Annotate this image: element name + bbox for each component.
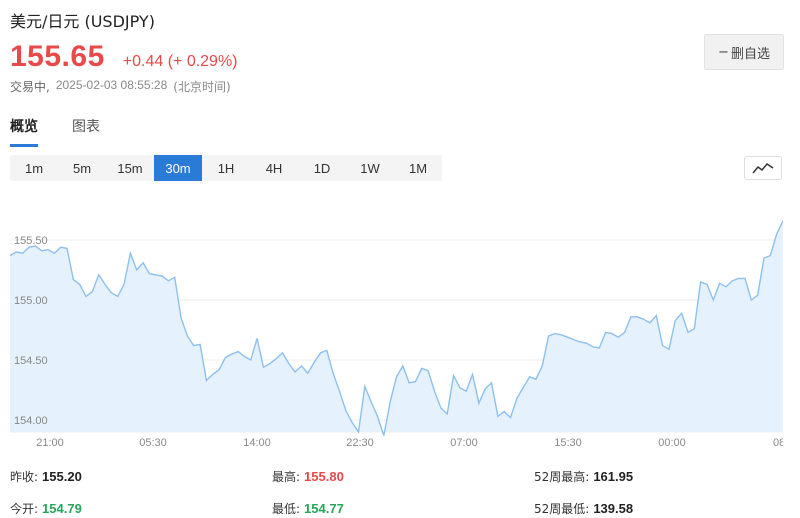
stat-label: 最高:	[272, 470, 301, 484]
range-4h[interactable]: 4H	[250, 155, 298, 181]
stat-prev-close: 昨收: 155.20	[10, 468, 82, 485]
timestamp: 2025-02-03 08:55:28	[55, 78, 168, 92]
instrument-title: 美元/日元 (USDJPY)	[10, 12, 155, 31]
time-range-selector: 1m 5m 15m 30m 1H 4H 1D 1W 1M	[10, 155, 442, 181]
market-status: 交易中, 2025-02-03 08:55:28 (北京时间)	[10, 78, 231, 95]
minus-icon: −	[718, 44, 729, 60]
price-change: +0.44 (+ 0.29%)	[122, 53, 238, 70]
y-tick-label: 155.00	[14, 295, 48, 307]
stat-value: 154.77	[304, 501, 344, 516]
stat-label: 最低:	[272, 502, 301, 516]
price-chart[interactable]: 155.50 155.00 154.50 154.00 21:00 05:30 14:00…	[10, 192, 783, 454]
x-tick-label: 08:3	[773, 437, 783, 449]
x-tick-label: 00:00	[658, 437, 686, 449]
range-15m[interactable]: 15m	[106, 155, 154, 181]
trading-status: 交易中,	[10, 80, 50, 94]
range-1d[interactable]: 1D	[298, 155, 346, 181]
range-30m[interactable]: 30m	[154, 155, 202, 181]
range-5m[interactable]: 5m	[58, 155, 106, 181]
timezone-label: (北京时间)	[173, 80, 231, 94]
stat-value: 155.20	[42, 469, 82, 484]
chart-type-button[interactable]	[744, 156, 782, 180]
stat-low: 最低: 154.77	[272, 500, 344, 517]
stat-high: 最高: 155.80	[272, 468, 344, 485]
line-chart-icon	[752, 163, 774, 174]
y-tick-label: 155.50	[14, 235, 48, 247]
range-1m[interactable]: 1m	[10, 155, 58, 181]
chart-area-fill	[10, 220, 783, 436]
x-tick-label: 14:00	[243, 437, 271, 449]
stat-label: 昨收:	[10, 470, 39, 484]
price-row: 155.65 +0.44 (+ 0.29%)	[10, 40, 238, 74]
x-tick-label: 22:30	[346, 437, 374, 449]
x-tick-label: 21:00	[36, 437, 64, 449]
stat-value: 139.58	[593, 501, 634, 516]
stat-open: 今开: 154.79	[10, 500, 82, 517]
tab-chart[interactable]: 图表	[72, 116, 100, 147]
stat-label: 52周最低:	[534, 502, 590, 516]
remove-watchlist-label: 删自选	[730, 46, 770, 62]
stat-label: 今开:	[10, 502, 39, 516]
range-1mo[interactable]: 1M	[394, 155, 442, 181]
remove-watchlist-button[interactable]: − 删自选	[704, 34, 784, 70]
x-tick-label: 15:30	[554, 437, 582, 449]
stat-52w-high: 52周最高: 161.95	[534, 468, 633, 485]
stat-value: 154.79	[42, 501, 82, 516]
stat-value: 161.95	[593, 469, 634, 484]
tab-overview[interactable]: 概览	[10, 116, 38, 147]
x-tick-label: 07:00	[450, 437, 478, 449]
range-1w[interactable]: 1W	[346, 155, 394, 181]
y-tick-label: 154.00	[14, 415, 48, 427]
stat-value: 155.80	[304, 469, 344, 484]
current-price: 155.65	[10, 40, 105, 73]
stat-label: 52周最高:	[534, 470, 590, 484]
range-1h[interactable]: 1H	[202, 155, 250, 181]
y-tick-label: 154.50	[14, 355, 48, 367]
x-tick-label: 05:30	[139, 437, 167, 449]
tab-bar: 概览 图表	[10, 116, 100, 147]
stat-52w-low: 52周最低: 139.58	[534, 500, 633, 517]
